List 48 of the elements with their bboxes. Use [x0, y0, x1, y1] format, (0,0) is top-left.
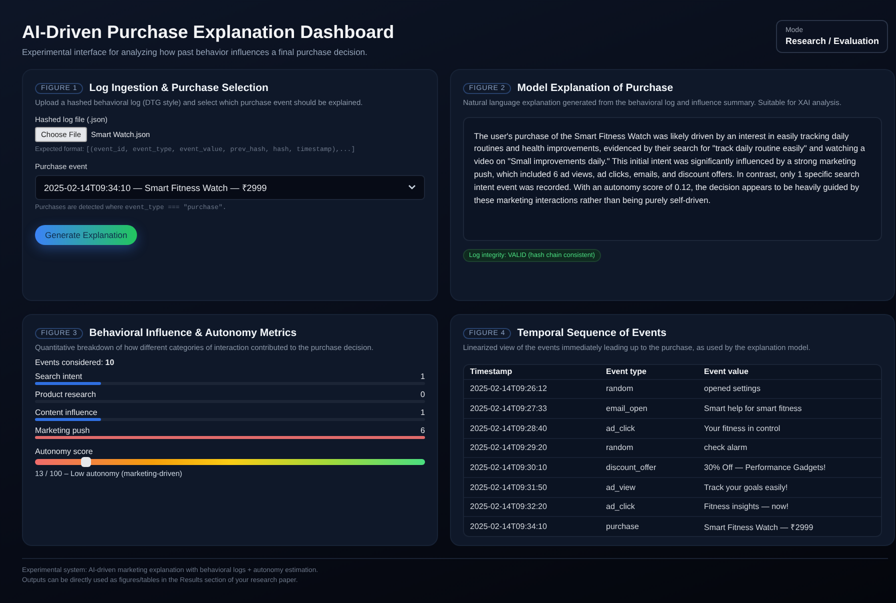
metric-count: 1 [420, 408, 425, 416]
chevron-down-icon [408, 184, 416, 190]
metric-count: 6 [420, 426, 425, 434]
table-cell-text: Your fitness in control [704, 424, 782, 433]
metric-count: 1 [420, 372, 425, 380]
table-cell-text: random [606, 443, 634, 452]
card-title: Temporal Sequence of Events [517, 327, 666, 339]
table-cell-text: 2025-02-14T09:32:20 [470, 502, 548, 512]
table-cell-text: ad_click [606, 502, 636, 512]
purchase-event-dropdown[interactable]: 2025-02-14T09:34:10 — Smart Fitness Watch — ₹2999 [35, 174, 425, 200]
table-cell-text: 2025-02-14T09:31:50 [470, 482, 548, 492]
generate-explanation-button[interactable]: Generate Explanation [35, 224, 138, 244]
metric-label: Search intent [35, 372, 82, 380]
table-cell-text: purchase [606, 522, 640, 532]
card-title: Behavioral Influence & Autonomy Metrics [89, 327, 297, 339]
card-title: Model Explanation of Purchase [517, 82, 674, 94]
dashboard-subtitle: Experimental interface for analyzing how past behavior influences a final purchase decision. [22, 47, 368, 57]
events-considered: Events considered: 10 [35, 358, 116, 366]
metric-label: Marketing push [35, 426, 90, 434]
table-cell-text: Smart help for smart fitness [704, 404, 803, 414]
autonomy-label: Autonomy score [35, 446, 94, 456]
table-cell-text: 2025-02-14T09:26:12 [470, 384, 548, 394]
metric-count: 0 [420, 390, 425, 398]
table-cell-text: email_open [606, 404, 648, 414]
table-cell-text: ad_view [606, 482, 636, 492]
metric-label: Content influence [35, 408, 98, 416]
table-cell-text: 2025-02-14T09:28:40 [470, 424, 548, 433]
table-cell-text: 30% Off — Performance Gadgets! [704, 463, 827, 472]
column-header: Event value [704, 367, 750, 376]
card-title: Log Ingestion & Purchase Selection [89, 82, 268, 94]
dashboard-title: AI-Driven Purchase Explanation Dashboard [22, 22, 394, 43]
table-cell-text: Smart Fitness Watch — ₹2999 [704, 522, 814, 532]
table-cell-text: Track your goals easily! [704, 482, 789, 492]
explanation-text: The user's purchase of the Smart Fitness Watch was likely driven by an interest in easily tracking daily routines and health improvements, evidenced by their search for "track daily routine easily" and watching a video on "Small improvements daily." This initial intent was significantly influenced by a strong marketing push, which included 6 ad views, ad clicks, emails, and discount offers. In contrast, only 1 specific search intent event was recorded. With an autonomy score of 0.12, the decision appears to be heavily guided by these marketing interactions rather than being purely self-driven. [463, 116, 882, 240]
column-header: Timestamp [470, 367, 514, 376]
table-cell-text: 2025-02-14T09:29:20 [470, 443, 548, 452]
table-cell-text: 2025-02-14T09:27:33 [470, 404, 548, 414]
table-cell-text: random [606, 384, 634, 394]
table-cell-text: Fitness insights — now! [704, 502, 790, 512]
table-cell-text: ad_click [606, 424, 636, 433]
table-cell-text: check alarm [704, 443, 748, 452]
table-cell-text: 2025-02-14T09:30:10 [470, 463, 548, 472]
metric-label: Product research [35, 390, 96, 398]
table-cell-text: discount_offer [606, 463, 658, 472]
mode-value: Research / Evaluation [785, 36, 879, 46]
column-header: Event type [606, 367, 648, 376]
table-cell-text: opened settings [704, 384, 762, 394]
table-cell-text: 2025-02-14T09:34:10 [470, 522, 548, 532]
